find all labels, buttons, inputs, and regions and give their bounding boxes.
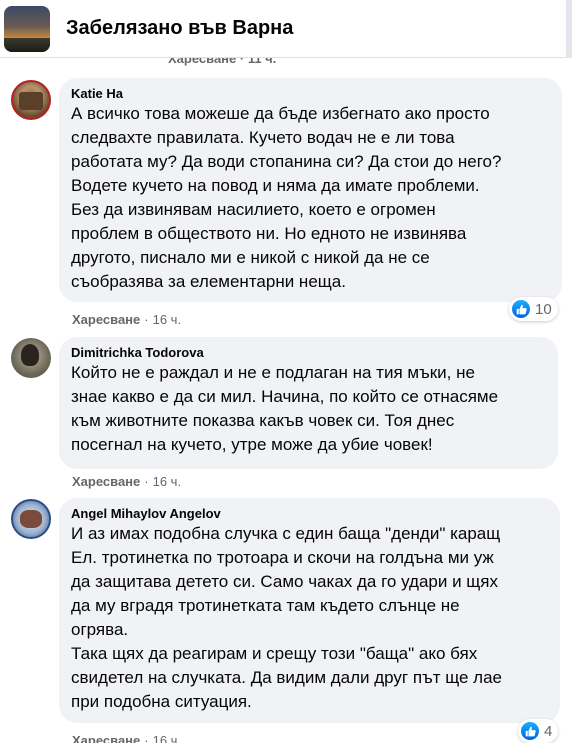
reaction-count: 10 [535,300,552,318]
comment-author[interactable]: Angel Mihaylov Angelov [71,506,548,522]
comment-text: А всичко това можеше да бъде избегнато а… [71,104,502,291]
separator-dot: · [144,474,149,489]
like-button[interactable]: Харесване [72,733,140,743]
avatar-photo [19,92,43,110]
separator-dot: · [144,312,149,327]
comment-author[interactable]: Dimitrichka Todorova [71,345,546,361]
comment-timestamp[interactable]: 16 ч. [153,474,181,490]
comment-actions: Харесване · 16 ч. [72,312,181,328]
avatar-photo [21,344,39,366]
comment-bubble: Katie Ha А всичко това можеше да бъде из… [59,78,562,302]
comment-text: И аз имах подобна случка с един баща "де… [71,524,503,711]
group-header: Забелязано във Варна [0,0,572,58]
reaction-count: 4 [544,722,553,740]
reaction-summary[interactable]: 4 [518,719,559,743]
avatar[interactable] [11,80,51,120]
avatar[interactable] [11,338,51,378]
scrollbar[interactable] [566,0,572,58]
like-reaction-icon [512,300,530,318]
comment-timestamp[interactable]: 16 ч. [153,733,181,743]
previous-comment-meta: Харесване · 11 ч. [168,58,277,66]
comment-actions: Харесване · 16 ч. [72,474,181,490]
separator-dot: · [144,733,149,743]
group-title[interactable]: Забелязано във Варна [66,17,293,40]
avatar-photo [20,510,42,528]
comment-actions: Харесване · 16 ч. [72,733,181,743]
comment-bubble: Dimitrichka Todorova Който не е раждал и… [59,337,558,469]
comment-author[interactable]: Katie Ha [71,86,550,102]
reaction-summary[interactable]: 10 [509,297,558,321]
like-button[interactable]: Харесване [72,474,140,490]
like-reaction-icon [521,722,539,740]
comment-text: Който не е раждал и не е подлаган на тия… [71,363,499,454]
comment-bubble: Angel Mihaylov Angelov И аз имах подобна… [59,498,560,723]
comment-timestamp[interactable]: 16 ч. [153,312,181,328]
group-cover-image[interactable] [4,5,50,52]
avatar[interactable] [11,499,51,539]
like-button[interactable]: Харесване [72,312,140,328]
